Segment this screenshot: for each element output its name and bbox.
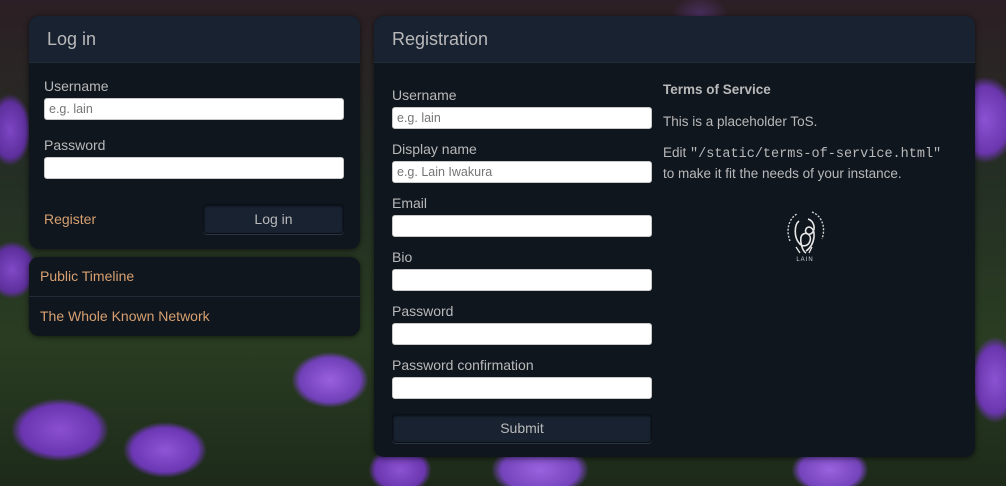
reg-email-label: Email xyxy=(392,195,428,211)
submit-button[interactable]: Submit xyxy=(392,414,652,443)
reg-bio-label: Bio xyxy=(392,249,413,265)
reg-bio-input[interactable] xyxy=(392,269,652,291)
nav-item-whole-known-network[interactable]: The Whole Known Network xyxy=(40,308,210,324)
reg-password-label: Password xyxy=(392,303,454,319)
nav-panel: Public Timeline The Whole Known Network xyxy=(29,257,360,336)
reg-email-input[interactable] xyxy=(392,215,652,237)
reg-display-name-input[interactable] xyxy=(392,161,652,183)
login-panel-title: Log in xyxy=(29,16,360,63)
login-button[interactable]: Log in xyxy=(203,204,344,234)
reg-password-confirmation-input[interactable] xyxy=(392,377,652,399)
nav-item-public-timeline[interactable]: Public Timeline xyxy=(40,268,134,284)
tos-edit-path: "/static/terms-of-service.html" xyxy=(690,147,942,162)
reg-username-label: Username xyxy=(392,87,457,103)
tos-edit-suffix: to make it fit the needs of your instanc… xyxy=(663,166,902,181)
login-panel: Log in Username Password Register Log in xyxy=(29,16,360,249)
reg-display-name-label: Display name xyxy=(392,141,477,157)
reg-password-confirmation-label: Password confirmation xyxy=(392,357,534,373)
login-username-label: Username xyxy=(44,78,109,94)
login-username-input[interactable] xyxy=(44,98,344,120)
seal-text: LAIN xyxy=(796,257,813,263)
tos-edit-prefix: Edit xyxy=(663,145,691,160)
tos-edit-text: Edit "/static/terms-of-service.html" to … xyxy=(663,143,963,183)
tos-heading: Terms of Service xyxy=(663,82,771,97)
registration-panel-title: Registration xyxy=(374,16,975,63)
reg-password-input[interactable] xyxy=(392,323,652,345)
reg-username-input[interactable] xyxy=(392,107,652,129)
login-password-label: Password xyxy=(44,137,106,153)
login-password-input[interactable] xyxy=(44,157,344,179)
register-link[interactable]: Register xyxy=(44,211,96,227)
lain-seal-icon: LAIN xyxy=(782,207,828,263)
tos-line: This is a placeholder ToS. xyxy=(663,114,818,129)
registration-panel: Registration Username Display name Email… xyxy=(374,16,975,457)
nav-divider xyxy=(29,296,360,297)
